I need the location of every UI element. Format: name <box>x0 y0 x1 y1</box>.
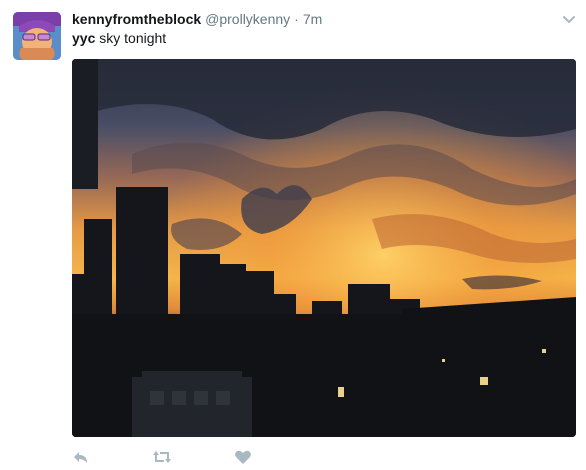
tweet-text: yyc sky tonight <box>72 29 166 47</box>
reply-icon[interactable] <box>72 449 90 465</box>
tweet-text-rest: sky tonight <box>95 30 167 46</box>
separator-dot: · <box>294 11 299 27</box>
sunset-skyline-image <box>72 59 576 437</box>
tweet-header: kennyfromtheblock @prollykenny · 7m <box>72 10 556 28</box>
display-name[interactable]: kennyfromtheblock <box>72 11 201 27</box>
timestamp[interactable]: 7m <box>303 11 322 27</box>
tweet-actions <box>72 447 372 465</box>
retweet-icon[interactable] <box>152 449 171 465</box>
heart-icon[interactable] <box>234 449 252 465</box>
tweet-card[interactable]: kennyfromtheblock @prollykenny · 7m yyc sky… <box>0 0 586 465</box>
avatar-image <box>13 12 61 60</box>
chevron-down-icon[interactable] <box>562 12 576 23</box>
tweet-text-bold: yyc <box>72 30 96 46</box>
user-handle[interactable]: @prollykenny <box>205 11 290 27</box>
tweet-photo[interactable] <box>72 59 576 437</box>
avatar[interactable] <box>13 12 61 60</box>
